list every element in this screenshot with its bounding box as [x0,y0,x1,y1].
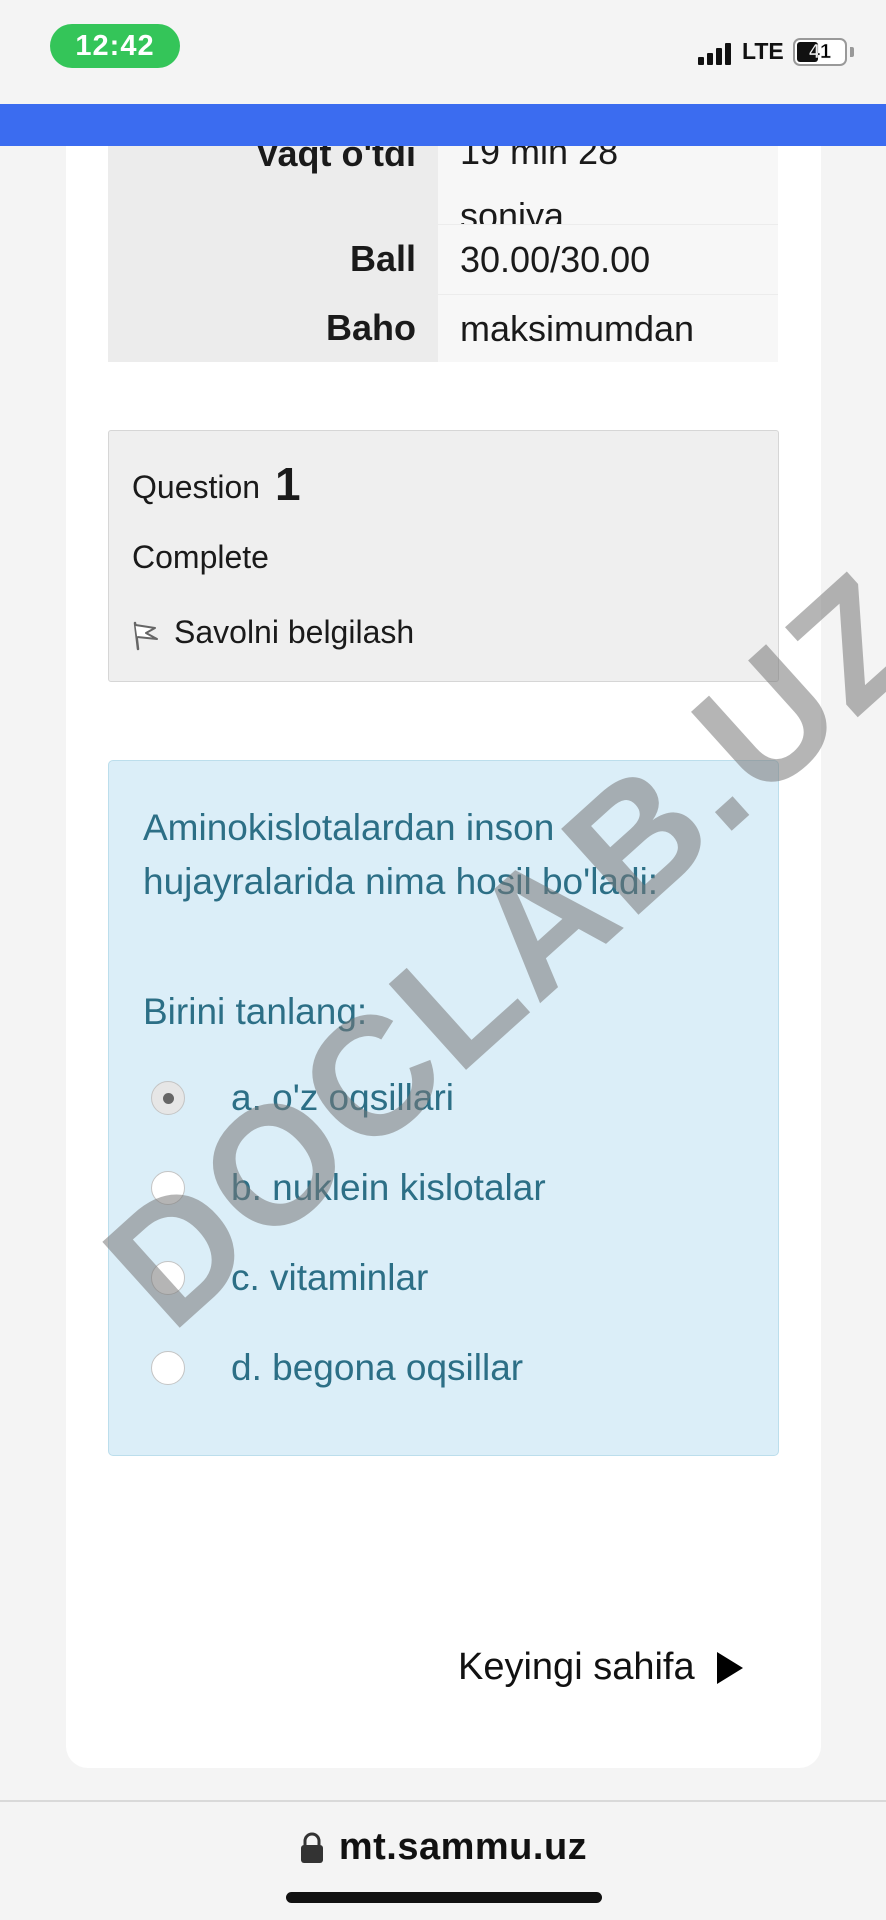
url-text: mt.sammu.uz [338,1826,588,1868]
answer-option-c[interactable]: c. vitaminlar [151,1248,428,1308]
answer-option-a[interactable]: a. o'z oqsillari [151,1068,454,1128]
network-type: LTE [742,38,784,64]
browser-url-bar[interactable]: mt.sammu.uz [0,1800,886,1920]
flag-icon [133,621,158,651]
attempt-summary-table: Vaqt o'tdi 19 min 28 soniya Ball 30.00/3… [108,146,778,362]
question-state: Complete [132,539,269,575]
answer-label: d. begona oqsillar [231,1347,524,1388]
answer-label: b. nuklein kislotalar [231,1167,546,1208]
summary-label: Baho [108,294,438,362]
status-bar: 12:42 LTE 41 [0,0,886,104]
radio-button[interactable] [151,1261,185,1295]
app-header [0,104,886,146]
question-label: Question [132,469,261,505]
address-field[interactable]: mt.sammu.uz [0,1826,886,1869]
radio-button[interactable] [151,1351,185,1385]
battery-nub [850,47,854,57]
battery-level: 41 [808,40,832,63]
time-value-line1: 19 min 28 [460,146,619,172]
summary-value: 19 min 28 soniya [438,146,778,236]
summary-row-time: Vaqt o'tdi 19 min 28 soniya [108,146,778,236]
question-number: 1 [274,458,301,510]
summary-value: 30.00/30.00 [438,224,778,294]
answer-option-d[interactable]: d. begona oqsillar [151,1338,523,1398]
signal-icon [698,39,734,65]
question-number-line: Question 1 [132,457,301,511]
question-text: Aminokislotalardan inson hujayralarida n… [143,807,659,902]
radio-button[interactable] [151,1171,185,1205]
lock-icon [300,1832,323,1863]
summary-row-ball: Ball 30.00/30.00 [108,224,778,294]
play-arrow-icon [716,1651,743,1684]
flag-question-link[interactable]: Savolni belgilash [132,613,414,651]
battery-icon: 41 [793,38,847,66]
next-page-label: Keyingi sahifa [458,1646,695,1688]
summary-label: Ball [108,224,438,294]
answer-label: c. vitaminlar [231,1257,429,1298]
answer-prompt: Birini tanlang: [143,991,368,1032]
answer-label: a. o'z oqsillari [231,1077,454,1118]
question-content-box: Aminokislotalardan inson hujayralarida n… [108,760,779,1456]
status-time: 12:42 [50,24,180,68]
question-info-box: Question 1 Complete Savolni belgilash [108,430,779,682]
radio-button-selected[interactable] [151,1081,185,1115]
summary-label: Vaqt o'tdi [108,146,438,224]
answer-option-b[interactable]: b. nuklein kislotalar [151,1158,546,1218]
radio-dot [162,1092,174,1104]
flag-question-label: Savolni belgilash [174,613,415,650]
quiz-review-card: Vaqt o'tdi 19 min 28 soniya Ball 30.00/3… [66,146,821,1768]
summary-row-baho: Baho maksimumdan [108,294,778,362]
next-page-link[interactable]: Keyingi sahifa [458,1646,745,1689]
home-indicator[interactable] [286,1892,602,1903]
summary-value: maksimumdan [438,294,778,362]
